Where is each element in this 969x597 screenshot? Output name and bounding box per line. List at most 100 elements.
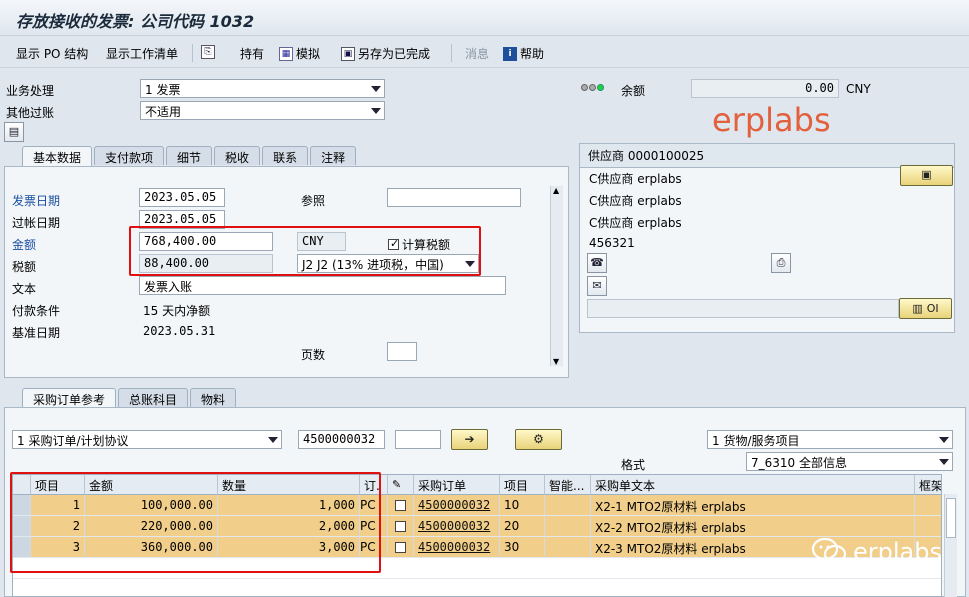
- invoice-date-field[interactable]: 2023.05.05: [139, 188, 225, 207]
- tab-tax[interactable]: 税收: [214, 146, 261, 165]
- vendor-line-2: C供应商 erplabs: [589, 194, 682, 208]
- calc-tax-checkbox[interactable]: ✓ 计算税额: [388, 236, 450, 253]
- table-cell-amount[interactable]: 220,000.00: [85, 516, 218, 537]
- table-cell-item[interactable]: 1: [31, 495, 85, 516]
- show-worklist-button[interactable]: 显示工作清单: [106, 45, 178, 62]
- format-label: 格式: [621, 458, 646, 472]
- pages-field[interactable]: [387, 342, 417, 361]
- tax-amount-field[interactable]: 88,400.00: [139, 254, 273, 273]
- clipboard-button[interactable]: ⎘: [201, 45, 215, 59]
- save-complete-button[interactable]: ▣ 另存为已完成: [341, 45, 430, 62]
- currency-field[interactable]: CNY: [297, 232, 346, 251]
- other-posting-dropdown[interactable]: 不适用: [140, 101, 385, 120]
- basic-panel-scrollbar[interactable]: ▲ ▼: [550, 186, 563, 366]
- tab-material[interactable]: 物料: [190, 388, 237, 407]
- row-checkbox[interactable]: [388, 537, 414, 558]
- printer-icon: ⎙: [776, 256, 786, 269]
- tax-code-dropdown[interactable]: J2 J2 (13% 进项税，中国): [297, 254, 479, 273]
- status-lights-icon: [581, 84, 604, 91]
- table-cell-po-link[interactable]: 4500000032: [414, 516, 500, 537]
- tab-po-reference[interactable]: 采购订单参考: [22, 388, 117, 408]
- hold-button[interactable]: 持有: [240, 45, 264, 62]
- table-cell-po-link[interactable]: 4500000032: [414, 495, 500, 516]
- table-cell-item[interactable]: 2: [31, 516, 85, 537]
- messages-button[interactable]: 消息: [465, 45, 489, 62]
- col-po-text-header[interactable]: 采购单文本: [591, 475, 915, 495]
- col-po-header[interactable]: 采购订单: [414, 475, 500, 495]
- format-dropdown[interactable]: 7_6310 全部信息: [746, 452, 953, 471]
- tab-contact[interactable]: 联系: [262, 146, 309, 165]
- text-label: 文本: [12, 282, 37, 296]
- header-toggle-button[interactable]: ▤: [4, 122, 24, 142]
- col-item-header[interactable]: 项目: [31, 475, 85, 495]
- table-row-empty: [13, 579, 941, 596]
- save-complete-label: 另存为已完成: [358, 47, 431, 61]
- transaction-value: 1 发票: [145, 83, 181, 97]
- transaction-dropdown[interactable]: 1 发票: [140, 79, 385, 98]
- show-worklist-label: 显示工作清单: [106, 47, 179, 61]
- table-icon: ▥: [912, 301, 923, 315]
- tax-code-value: J2 J2 (13% 进项税，中国): [302, 258, 444, 272]
- po-number-field[interactable]: 4500000032: [298, 430, 385, 449]
- table-cell-qty[interactable]: 2,000: [218, 516, 360, 537]
- table-cell-unit: PC: [360, 495, 388, 516]
- vendor-detail-button[interactable]: ▣: [900, 165, 953, 186]
- table-cell-amount[interactable]: 360,000.00: [85, 537, 218, 558]
- row-checkbox[interactable]: [388, 495, 414, 516]
- print-button[interactable]: ⎙: [771, 253, 791, 273]
- po-item-field[interactable]: [395, 430, 441, 449]
- layout-dropdown[interactable]: 1 货物/服务项目: [707, 430, 953, 449]
- text-field[interactable]: 发票入账: [139, 276, 506, 295]
- table-cell-item[interactable]: 3: [31, 537, 85, 558]
- chevron-down-icon: [371, 108, 381, 114]
- row-selector[interactable]: [13, 516, 31, 537]
- open-items-button[interactable]: ▥ OI: [899, 298, 952, 319]
- tab-details[interactable]: 细节: [166, 146, 213, 165]
- row-selector-header[interactable]: [13, 475, 31, 495]
- table-cell-po-text: X2-2 MTO2原材料 erplabs: [591, 516, 915, 537]
- table-cell-amount[interactable]: 100,000.00: [85, 495, 218, 516]
- col-smart-header[interactable]: 智能...: [545, 475, 591, 495]
- erplabs-watermark: erplabs: [712, 101, 831, 139]
- table-cell-po-text: X2-1 MTO2原材料 erplabs: [591, 495, 915, 516]
- fax-button[interactable]: ✉: [587, 276, 607, 296]
- row-selector[interactable]: [13, 537, 31, 558]
- row-selector[interactable]: [13, 495, 31, 516]
- show-po-structure-button[interactable]: 显示 PO 结构: [16, 45, 88, 62]
- row-checkbox[interactable]: [388, 516, 414, 537]
- col-amount-header[interactable]: 金额: [85, 475, 218, 495]
- tab-gl-account[interactable]: 总账科目: [118, 388, 189, 407]
- edit-icon: ✎: [392, 478, 402, 491]
- search-po-button[interactable]: ⚙: [515, 429, 562, 450]
- tab-basic-data[interactable]: 基本数据: [22, 146, 93, 166]
- table-cell-qty[interactable]: 1,000: [218, 495, 360, 516]
- phone-button[interactable]: ☎: [587, 253, 607, 273]
- balance-currency: CNY: [846, 82, 871, 96]
- table-scrollbar[interactable]: [944, 494, 957, 597]
- table-cell-po-link[interactable]: 4500000032: [414, 537, 500, 558]
- reference-type-value: 1 采购订单/计划协议: [17, 434, 129, 448]
- search-settings-icon: ⚙: [533, 432, 544, 446]
- table-cell-qty[interactable]: 3,000: [218, 537, 360, 558]
- posting-date-field[interactable]: 2023.05.05: [139, 210, 225, 229]
- amount-field[interactable]: 768,400.00: [139, 232, 273, 251]
- chevron-down-icon: [371, 86, 381, 92]
- wechat-logo-icon: [811, 536, 847, 566]
- baseline-date-value: 2023.05.31: [143, 324, 216, 338]
- scroll-thumb[interactable]: [946, 498, 956, 538]
- col-unit-header[interactable]: 订.: [360, 475, 388, 495]
- transfer-button[interactable]: ➔: [451, 429, 488, 450]
- reference-type-dropdown[interactable]: 1 采购订单/计划协议: [12, 430, 282, 449]
- col-select-header[interactable]: ✎: [388, 475, 414, 495]
- table-row-empty: [13, 558, 941, 579]
- simulate-button[interactable]: ▦ 模拟: [279, 45, 320, 62]
- fax-icon: ✉: [592, 279, 602, 292]
- reference-field[interactable]: [387, 188, 521, 207]
- tab-notes[interactable]: 注释: [310, 146, 357, 165]
- help-button[interactable]: i 帮助: [503, 45, 544, 62]
- col-frame-header[interactable]: 框架: [915, 475, 941, 495]
- col-qty-header[interactable]: 数量: [218, 475, 360, 495]
- table-cell-po-item: 30: [500, 537, 545, 558]
- tab-payment[interactable]: 支付款项: [94, 146, 165, 165]
- col-po-item-header[interactable]: 项目: [500, 475, 545, 495]
